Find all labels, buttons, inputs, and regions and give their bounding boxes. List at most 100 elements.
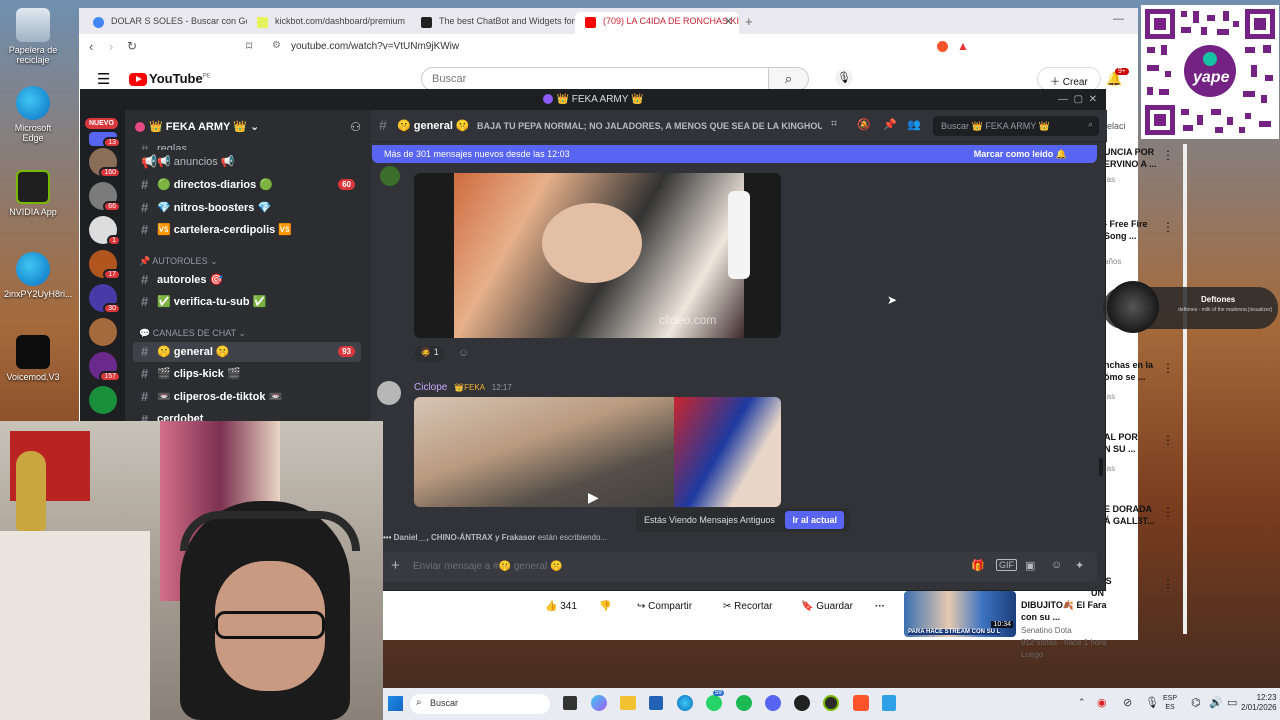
- message-author[interactable]: Ciclope: [414, 382, 447, 393]
- channel-directos-diarios[interactable]: # 🟢 directos-diarios 🟢 60: [133, 175, 361, 195]
- pin-icon[interactable]: 📌: [883, 118, 897, 131]
- reaction-button[interactable]: 🧔 1: [414, 346, 445, 362]
- desktop-icon-nvidia[interactable]: NVIDIA App: [4, 170, 62, 217]
- brave-icon[interactable]: [853, 695, 869, 711]
- copilot-icon[interactable]: [591, 695, 607, 711]
- create-button[interactable]: ＋ Crear: [1037, 67, 1101, 91]
- add-attachment-icon[interactable]: +: [391, 557, 400, 574]
- rewards-icon[interactable]: ▲: [957, 39, 969, 53]
- mute-icon[interactable]: 🔕: [857, 118, 871, 131]
- bookmark-icon[interactable]: ⌑: [246, 39, 252, 53]
- search-icon[interactable]: ⌕: [769, 67, 809, 91]
- server-icon[interactable]: [89, 386, 117, 414]
- more-options-icon[interactable]: ⋮: [1162, 433, 1174, 447]
- save-button[interactable]: 🔖 Guardar: [801, 601, 853, 612]
- discord-icon[interactable]: [765, 695, 781, 711]
- site-info-icon[interactable]: ⚙: [272, 40, 281, 51]
- tab-google-search[interactable]: DOLAR S SOLES - Buscar con Google: [83, 12, 247, 34]
- channel-cartelera[interactable]: # 🆚 cartelera-cerdipolis 🆚: [133, 220, 361, 240]
- volume-slider[interactable]: [728, 191, 750, 279]
- task-view-icon[interactable]: [563, 696, 577, 710]
- tab-chatbot[interactable]: The best ChatBot and Widgets for K: [411, 12, 575, 34]
- guild-name-button[interactable]: 👑 FEKA ARMY 👑 ⌄: [135, 120, 259, 133]
- edge-icon[interactable]: [677, 695, 693, 711]
- channel-verifica[interactable]: # ✅ verifica-tu-sub ✅: [133, 292, 361, 312]
- share-button[interactable]: ↪ Compartir: [637, 601, 692, 612]
- server-icon[interactable]: 160: [89, 148, 121, 178]
- tray-mute-icon[interactable]: ⊘: [1123, 696, 1132, 709]
- more-options-icon[interactable]: ⋮: [1162, 220, 1174, 234]
- recommendation-3[interactable]: nchas en la ómo se ... ras: [1104, 359, 1164, 403]
- spotify-icon[interactable]: [736, 695, 752, 711]
- server-icon[interactable]: 66: [89, 182, 121, 212]
- minimize-icon[interactable]: —: [1113, 13, 1124, 25]
- forward-icon[interactable]: ›: [109, 39, 113, 54]
- apps-icon[interactable]: ✦: [1075, 559, 1084, 572]
- clock[interactable]: 12:23 2/01/2026: [1241, 693, 1277, 713]
- reload-icon[interactable]: ↻: [127, 39, 137, 53]
- jump-to-present-button[interactable]: Ir al actual: [785, 511, 844, 529]
- more-actions-icon[interactable]: ···: [875, 601, 885, 612]
- tray-chevron-icon[interactable]: ⌃: [1078, 697, 1086, 708]
- add-reaction-icon[interactable]: ☺: [458, 347, 469, 359]
- server-icon[interactable]: 157: [89, 352, 121, 382]
- gif-icon[interactable]: GIF: [996, 559, 1017, 571]
- server-icon[interactable]: 13: [89, 132, 121, 148]
- channel-clips-kick[interactable]: # 🎬 clips-kick 🎬: [133, 364, 361, 384]
- members-icon[interactable]: 👥: [907, 118, 921, 131]
- tray-app-icon[interactable]: ◉: [1097, 696, 1107, 709]
- server-icon[interactable]: [89, 318, 117, 346]
- message-video-embed[interactable]: ▶: [414, 397, 781, 507]
- chat-scrollbar[interactable]: [1099, 458, 1103, 476]
- emoji-icon[interactable]: ☺: [1051, 559, 1062, 571]
- user-avatar[interactable]: [377, 381, 401, 405]
- scrollbar[interactable]: [1183, 144, 1187, 634]
- threads-icon[interactable]: ⌗: [831, 118, 837, 131]
- recommendation-1[interactable]: UNCIA POR ERVINO A ... ras: [1104, 146, 1164, 186]
- more-options-icon[interactable]: ⋮: [1162, 505, 1174, 519]
- tab-youtube[interactable]: (709) LA C4IDA DE RONCHAS KI ✕: [575, 12, 739, 34]
- youtube-logo[interactable]: YouTubePE: [129, 71, 211, 87]
- youtube-search-input[interactable]: Buscar: [421, 67, 769, 91]
- more-options-icon[interactable]: ⋮: [1162, 361, 1174, 375]
- play-icon[interactable]: ▶: [588, 489, 599, 506]
- battery-icon[interactable]: ▭: [1227, 696, 1237, 709]
- channel-nitros-boosters[interactable]: # 💎 nitros-boosters 💎: [133, 198, 361, 218]
- volume-icon[interactable]: 🔊: [1209, 696, 1223, 709]
- recommendation-5[interactable]: E DORADA Á GALL3T...: [1104, 503, 1164, 527]
- taskbar-search-input[interactable]: ⌕ Buscar: [410, 694, 550, 714]
- recommendation-2[interactable]: - Free Fire Song ... años: [1104, 218, 1164, 268]
- window-controls[interactable]: — ▢ ✕: [1058, 90, 1097, 110]
- whatsapp-icon[interactable]: [706, 695, 722, 711]
- url-field[interactable]: youtube.com/watch?v=VtUNm9jKWiw: [291, 41, 459, 52]
- recommendation-4[interactable]: AL POR N SU ... ras: [1104, 431, 1164, 475]
- message-video-embed[interactable]: clideo.com: [414, 173, 781, 338]
- store-icon[interactable]: [649, 696, 663, 710]
- category-chat[interactable]: 💬 CANALES DE CHAT ⌄: [139, 328, 246, 339]
- language-indicator[interactable]: ESP ES: [1163, 694, 1177, 712]
- channel-anuncios[interactable]: 📢 📢 anuncios 📢: [133, 152, 361, 172]
- obs-icon[interactable]: [794, 695, 810, 711]
- more-options-icon[interactable]: ⋮: [1162, 148, 1174, 162]
- server-icon[interactable]: 30: [89, 284, 121, 314]
- sticker-icon[interactable]: ▣: [1025, 559, 1035, 572]
- notepad-icon[interactable]: [882, 695, 896, 711]
- message-composer[interactable]: + Enviar mensaje a #🤫 general 🤫 🎁 GIF ▣ …: [381, 552, 1097, 582]
- gift-icon[interactable]: 🎁: [971, 559, 985, 572]
- like-button[interactable]: 👍 341: [545, 601, 577, 612]
- clip-button[interactable]: ✂ Recortar: [723, 601, 773, 612]
- new-messages-bar[interactable]: Más de 301 mensajes nuevos desde las 12:…: [372, 145, 1097, 163]
- network-icon[interactable]: ⌬: [1191, 696, 1201, 709]
- close-tab-icon[interactable]: ✕: [724, 15, 733, 28]
- back-icon[interactable]: ‹: [89, 39, 93, 54]
- more-options-icon[interactable]: ⋮: [1162, 577, 1174, 591]
- mark-as-read-button[interactable]: Marcar como leído 🔔: [974, 149, 1067, 160]
- server-search-input[interactable]: Buscar 👑 FEKA ARMY 👑 ⌕: [933, 116, 1099, 136]
- desktop-icon-recycle-bin[interactable]: Papelera de reciclaje: [4, 8, 62, 65]
- tab-kickbot[interactable]: kickbot.com/dashboard/premium: [247, 12, 411, 34]
- new-tab-icon[interactable]: +: [745, 14, 753, 29]
- message-input[interactable]: Enviar mensaje a #🤫 general 🤫: [413, 561, 562, 572]
- channel-reglas[interactable]: # reglas: [133, 140, 361, 150]
- channel-cliperos[interactable]: # 📼 cliperos-de-tiktok 📼: [133, 387, 361, 407]
- server-icon[interactable]: 1: [89, 216, 121, 246]
